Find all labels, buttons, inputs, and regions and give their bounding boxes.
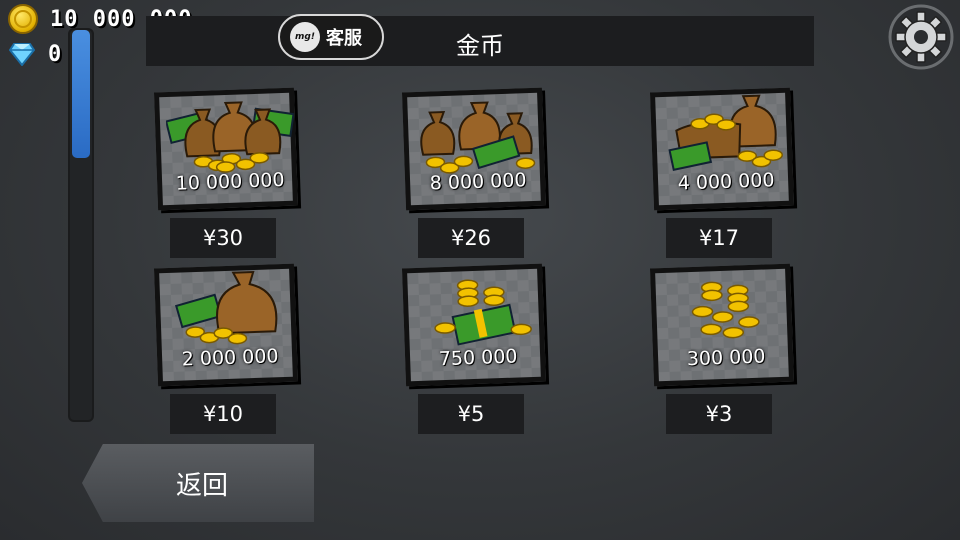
price-button[interactable]: ¥30 [170, 218, 276, 258]
price-button[interactable]: ¥17 [666, 218, 772, 258]
back-button[interactable]: 返回 [82, 444, 314, 522]
item-card: 10 000 000 [153, 87, 299, 211]
gear-icon [888, 4, 954, 70]
price-button[interactable]: ¥5 [418, 394, 524, 434]
item-card: 750 000 [401, 263, 547, 387]
money-sack-coins-icon [668, 94, 783, 172]
shop-item-3[interactable]: 4 000 000 ¥17 [649, 87, 802, 260]
gem-balance-value: 0 [48, 41, 63, 67]
item-card: 8 000 000 [401, 87, 547, 211]
coin-pile-icon [691, 281, 760, 339]
money-bags-cash-coins-icon [420, 101, 536, 174]
price-button[interactable]: ¥26 [418, 218, 524, 258]
settings-button[interactable] [888, 4, 954, 70]
shop-item-6[interactable]: 300 000 ¥3 [649, 263, 802, 436]
scrollbar-thumb[interactable] [72, 30, 90, 158]
gem-balance: 0 [8, 40, 62, 68]
shop-item-5[interactable]: 750 000 ¥5 [401, 263, 554, 436]
shop-item-4[interactable]: 2 000 000 ¥10 [153, 263, 306, 436]
item-amount: 750 000 [438, 345, 518, 371]
item-amount: 300 000 [686, 345, 766, 371]
shop-item-2[interactable]: 8 000 000 ¥26 [401, 87, 554, 260]
money-bags-cash-coins-icon [165, 101, 295, 173]
item-amount: 10 000 000 [175, 168, 285, 195]
item-amount: 2 000 000 [181, 345, 279, 371]
customer-service-button[interactable]: mg! 客服 [278, 14, 384, 60]
diamond-icon [8, 40, 36, 68]
price-button[interactable]: ¥3 [666, 394, 772, 434]
item-card: 4 000 000 [649, 87, 795, 211]
item-amount: 8 000 000 [429, 169, 527, 195]
item-card: 2 000 000 [153, 263, 299, 387]
coin-icon [8, 4, 38, 34]
shop-item-1[interactable]: 10 000 000 ¥30 [153, 87, 306, 260]
item-card: 300 000 [649, 263, 795, 387]
money-bag-coins-icon [174, 270, 278, 345]
page-title: 金币 [456, 32, 504, 60]
mascot-avatar-icon: mg! [290, 22, 320, 52]
cash-coins-icon [434, 279, 532, 346]
price-button[interactable]: ¥10 [170, 394, 276, 434]
customer-service-label: 客服 [326, 28, 362, 49]
item-amount: 4 000 000 [677, 169, 775, 195]
scrollbar[interactable] [68, 28, 94, 422]
